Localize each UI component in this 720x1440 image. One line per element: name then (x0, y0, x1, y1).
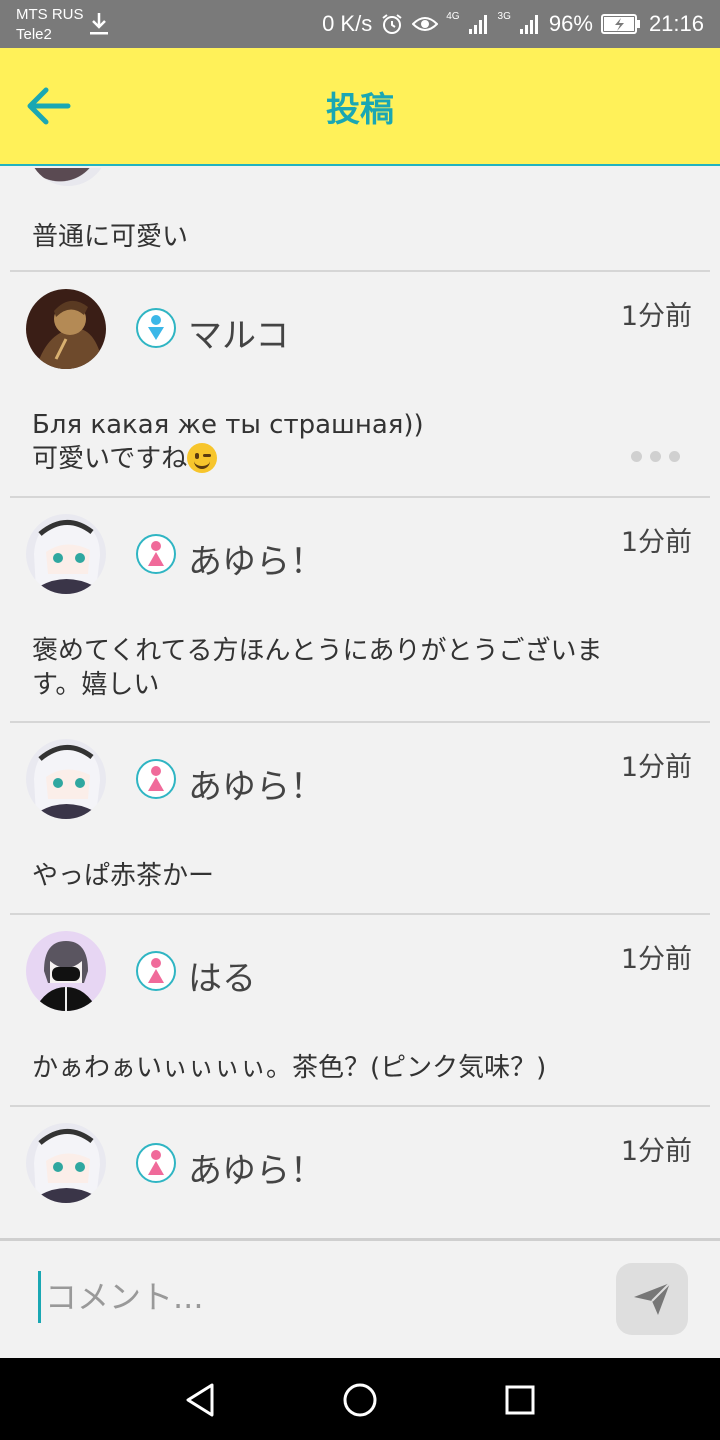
avatar (28, 168, 108, 186)
status-right: 0 K/s 4G 3G 96% 21:16 (322, 10, 704, 38)
list-item[interactable]: あゆら！ 1分前 褒めてくれてる方ほんとうにありがとうございま す。嬉しい (0, 498, 720, 722)
carrier-1: MTS RUS (16, 6, 84, 23)
post-text: 普通に可愛い (32, 222, 189, 252)
timestamp: 1分前 (620, 527, 692, 558)
clock: 21:16 (648, 11, 704, 36)
post-text: やっぱ赤茶かー (32, 859, 672, 893)
battery-percent: 96% (548, 11, 593, 36)
list-item[interactable]: あゆら！ 1分前 やっぱ赤茶かー (0, 723, 720, 913)
signal-icon-2 (519, 15, 538, 34)
alarm-icon (382, 14, 402, 34)
post-text: かぁわぁいぃぃぃぃ。茶色？(ピンク気味？) (32, 1051, 672, 1085)
username[interactable]: あゆら！ (188, 759, 324, 808)
comment-bar (0, 1238, 720, 1358)
comment-list[interactable]: 普通に可愛い マルコ 1分前 Бля какая же ты страшная)… (0, 168, 720, 1238)
list-item: 普通に可愛い (0, 168, 720, 272)
female-gender-icon (136, 1143, 176, 1183)
network-speed: 0 K/s (322, 11, 373, 36)
list-item[interactable]: マルコ 1分前 Бля какая же ты страшная)) 可愛いです… (0, 272, 720, 496)
app-bar: 投稿 (0, 48, 720, 166)
carrier-info: MTS RUS Tele2 (16, 6, 84, 44)
status-bar: MTS RUS Tele2 0 K/s 4G 3G 96% 21:16 (0, 0, 720, 48)
avatar[interactable] (26, 739, 106, 819)
send-icon (634, 1282, 671, 1315)
post-text-part: 可愛いですね (32, 444, 188, 474)
timestamp: 1分前 (620, 301, 692, 332)
username[interactable]: あゆら！ (188, 534, 324, 583)
more-options-button[interactable] (631, 451, 680, 462)
network-type-1: 4G (446, 11, 460, 22)
battery-charging-icon (600, 14, 640, 34)
nav-back-button[interactable] (178, 1378, 222, 1422)
username[interactable]: マルコ (188, 308, 289, 357)
female-gender-icon (136, 951, 176, 991)
system-nav-bar (0, 1358, 720, 1440)
post-text-line: 褒めてくれてる方ほんとうにありがとうございま (32, 636, 603, 666)
comment-input[interactable] (38, 1271, 598, 1323)
post-text: Бля какая же ты страшная)) 可愛いですね (32, 408, 672, 476)
list-item[interactable]: はる 1分前 かぁわぁいぃぃぃぃ。茶色？(ピンク気味？) (0, 915, 720, 1105)
post-text-line: す。嬉しい (32, 670, 160, 700)
username[interactable]: あゆら！ (188, 1143, 324, 1192)
post-text-line: 可愛いですね (32, 442, 672, 476)
list-item[interactable]: あゆら！ 1分前 (0, 1107, 720, 1238)
signal-icon-1 (468, 15, 487, 34)
nav-recents-button[interactable] (498, 1378, 542, 1422)
username[interactable]: はる (188, 951, 256, 1000)
network-type-2: 3G (497, 11, 511, 22)
female-gender-icon (136, 759, 176, 799)
post-text: 褒めてくれてる方ほんとうにありがとうございま す。嬉しい (32, 634, 672, 702)
post-text-line: Бля какая же ты страшная)) (32, 410, 424, 440)
post-text-line: やっぱ赤茶かー (32, 861, 215, 891)
avatar[interactable] (26, 1123, 106, 1203)
post-text-line: かぁわぁいぃぃぃぃ。茶色？(ピンク気味？) (32, 1053, 547, 1083)
timestamp: 1分前 (620, 944, 692, 975)
square-recents-icon (505, 1385, 535, 1415)
timestamp: 1分前 (620, 752, 692, 783)
avatar[interactable] (26, 931, 106, 1011)
send-button[interactable] (616, 1263, 688, 1335)
circle-home-icon (343, 1383, 377, 1417)
download-icon (90, 13, 108, 35)
page-title: 投稿 (326, 90, 394, 130)
eye-icon (412, 17, 439, 31)
carrier-2: Tele2 (16, 26, 52, 43)
male-gender-icon (136, 308, 176, 348)
triangle-back-icon (186, 1383, 214, 1417)
winking-face-icon (187, 443, 218, 473)
female-gender-icon (136, 534, 176, 574)
avatar[interactable] (26, 514, 106, 594)
avatar[interactable] (26, 289, 106, 369)
nav-home-button[interactable] (338, 1378, 382, 1422)
timestamp: 1分前 (620, 1136, 692, 1167)
